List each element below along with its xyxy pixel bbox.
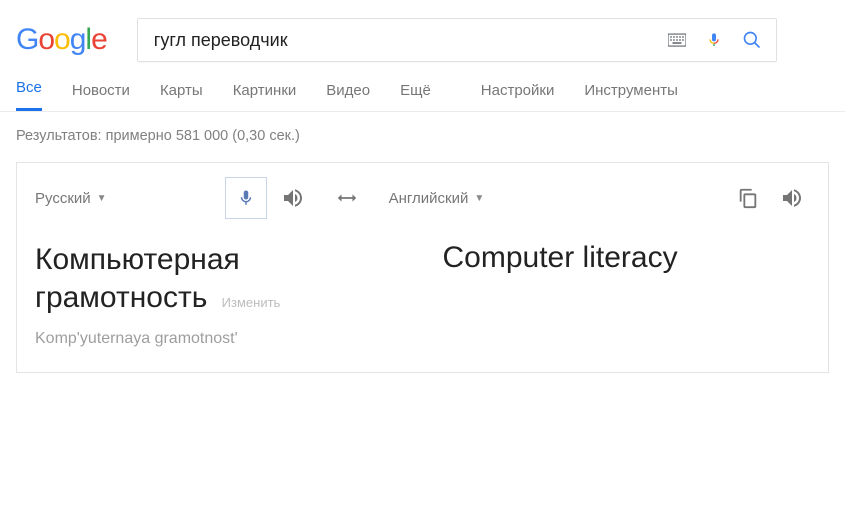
tab-news[interactable]: Новости (72, 82, 130, 111)
tab-images[interactable]: Картинки (233, 82, 297, 111)
copy-translation-button[interactable] (730, 180, 766, 216)
translated-text: Computer literacy (443, 241, 811, 275)
chevron-down-icon: ▼ (97, 193, 107, 204)
voice-search-icon[interactable] (706, 29, 722, 51)
result-stats: Результатов: примерно 581 000 (0,30 сек.… (0, 112, 845, 162)
microphone-icon (237, 186, 255, 210)
transliteration: Komp'yuternaya gramotnost' (35, 330, 403, 348)
speaker-icon (281, 186, 305, 210)
tab-maps[interactable]: Карты (160, 82, 203, 111)
source-text[interactable]: Компьютерная грамотность Изменить (35, 241, 403, 316)
tab-all[interactable]: Все (16, 79, 42, 111)
tab-more[interactable]: Ещё (400, 82, 431, 111)
speaker-icon (780, 186, 804, 210)
source-text-value: Компьютерная грамотность (35, 243, 240, 314)
keyboard-icon[interactable] (668, 33, 686, 47)
search-tabs: Все Новости Карты Картинки Видео Ещё Нас… (0, 68, 845, 112)
tab-tools[interactable]: Инструменты (584, 82, 678, 111)
target-language-label: Английский (389, 190, 469, 207)
swap-languages-button[interactable] (329, 180, 365, 216)
listen-translation-button[interactable] (774, 180, 810, 216)
tab-settings[interactable]: Настройки (481, 82, 555, 111)
search-input[interactable] (154, 30, 668, 51)
search-icon[interactable] (742, 30, 762, 50)
edit-link[interactable]: Изменить (222, 295, 281, 310)
source-language-label: Русский (35, 190, 91, 207)
search-box (137, 18, 777, 62)
google-logo[interactable]: Google (16, 23, 107, 57)
voice-input-button[interactable] (225, 177, 267, 219)
listen-source-button[interactable] (275, 180, 311, 216)
tab-video[interactable]: Видео (326, 82, 370, 111)
translate-card: Русский ▼ Английский ▼ Компьютерна (16, 162, 829, 373)
swap-icon (336, 187, 358, 209)
copy-icon (737, 187, 759, 209)
target-language-selector[interactable]: Английский ▼ (389, 190, 485, 207)
chevron-down-icon: ▼ (474, 193, 484, 204)
source-language-selector[interactable]: Русский ▼ (35, 190, 107, 207)
